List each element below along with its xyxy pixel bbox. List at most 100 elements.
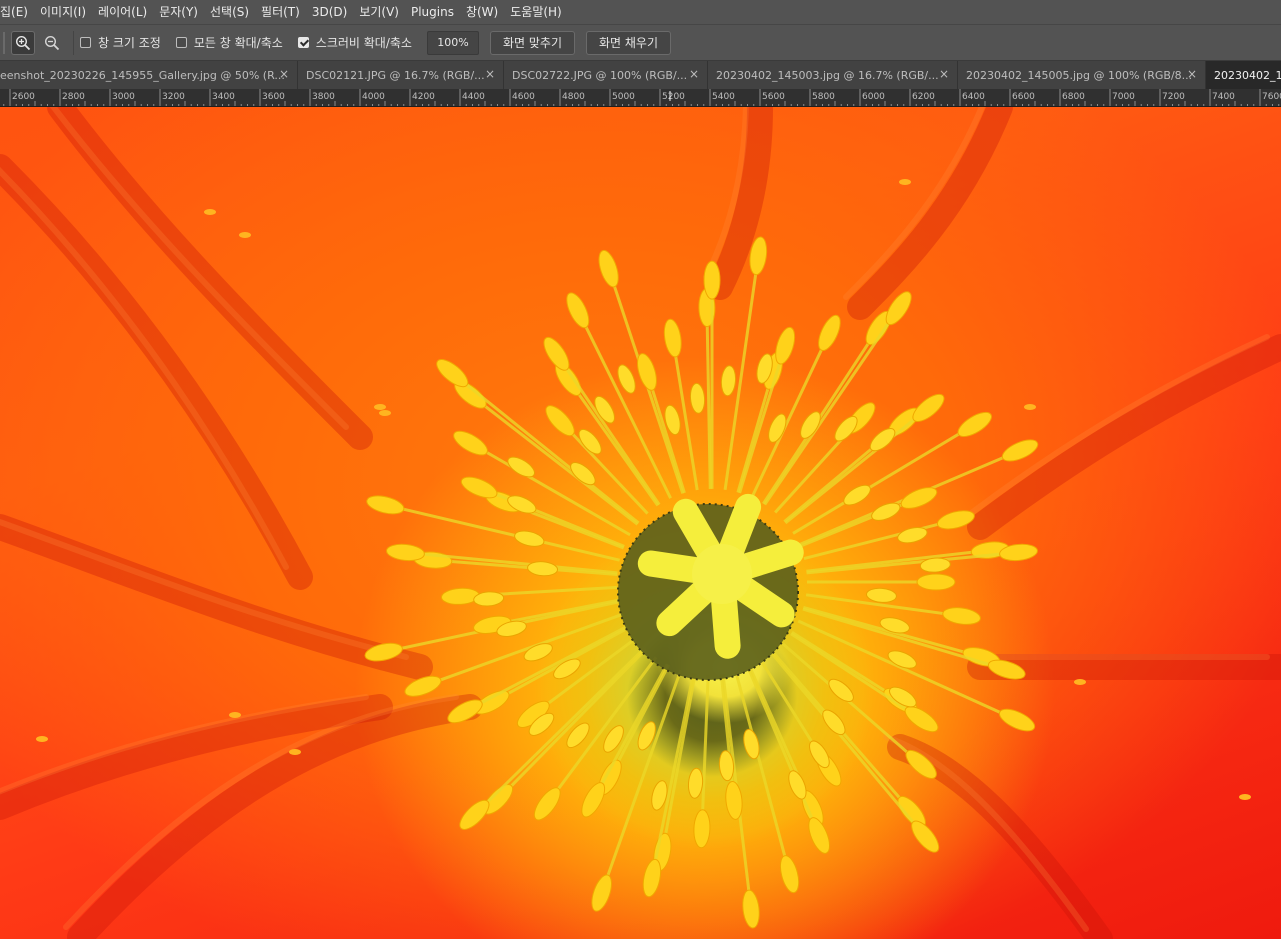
fit-screen-button[interactable]: 화면 맞추기 [489, 30, 575, 55]
menu-layer[interactable]: 레이어(L) [92, 0, 153, 24]
menu-type[interactable]: 문자(Y) [153, 0, 204, 24]
stamen-anther [919, 557, 951, 573]
tab-close-icon[interactable]: × [939, 67, 949, 81]
options-bar-grip[interactable] [3, 31, 5, 54]
document-tab-label: eenshot_20230226_145955_Gallery.jpg @ 50… [0, 68, 285, 82]
pollen-speck [1239, 794, 1251, 800]
stamen-anther [687, 767, 704, 799]
fill-screen-button[interactable]: 화면 채우기 [586, 30, 672, 55]
menu-filter[interactable]: 필터(T) [255, 0, 306, 24]
ruler-label: 3200 [162, 92, 185, 102]
ruler-label: 4600 [512, 92, 535, 102]
document-tab-bar: eenshot_20230226_145955_Gallery.jpg @ 50… [0, 61, 1281, 89]
menu-edit[interactable]: 집(E) [0, 0, 34, 24]
ruler-label: 5800 [812, 92, 835, 102]
stamen-anther [693, 809, 711, 849]
stamen-filament [806, 550, 1025, 575]
stamen-anther [998, 708, 1036, 732]
ruler-label: 6200 [912, 92, 935, 102]
zoom-all-windows-label: 모든 창 확대/축소 [193, 36, 283, 50]
tab-close-icon[interactable]: × [1187, 67, 1197, 81]
zoom-all-windows-checkbox[interactable] [175, 37, 187, 48]
stamen-filament [426, 558, 618, 577]
scrubby-zoom-checkbox[interactable] [297, 37, 309, 48]
stamen-anther [598, 249, 619, 288]
resize-windows-checkbox[interactable] [80, 37, 91, 48]
zoom-in-button[interactable] [11, 30, 35, 55]
pollen-speck [379, 410, 391, 416]
ruler-label: 5200 [662, 92, 685, 102]
stamen-anther [453, 430, 488, 456]
stamen-filament [649, 673, 695, 885]
resize-windows-option[interactable]: 창 크기 조정 [80, 34, 161, 51]
stamen-anther [591, 874, 612, 912]
ruler-label: 6400 [962, 92, 985, 102]
document-tab-label: 20230402_1( [1214, 68, 1281, 82]
stamen-anther [440, 587, 480, 605]
stamen-filament [659, 673, 697, 859]
stamen-anther [843, 484, 871, 506]
ruler-scale: 2600 2800 3000 3200 3400 3600 3800 4000 4200 4400… [3, 89, 1281, 106]
zoom-percent-field[interactable]: 100% [426, 30, 479, 55]
zoom-all-windows-option[interactable]: 모든 창 확대/축소 [175, 34, 283, 51]
stamen-anther [828, 678, 854, 702]
image-canvas[interactable] [0, 107, 1281, 939]
poppy-photo [0, 107, 1281, 939]
stamen-anther [637, 353, 657, 391]
menu-select[interactable]: 선택(S) [204, 0, 255, 24]
stamen-anther [904, 706, 939, 733]
ruler-label: 7600 [1262, 92, 1281, 102]
stamen-anther [386, 543, 425, 562]
stamen-anther [818, 314, 841, 351]
zoom-out-icon [44, 35, 60, 50]
horizontal-ruler[interactable]: 2600 2800 3000 3200 3400 3600 3800 4000 4200 4400… [0, 89, 1281, 107]
menu-view[interactable]: 보기(V) [353, 0, 405, 24]
document-tab-label: 20230402_145005.jpg @ 100% (RGB/8... [966, 68, 1193, 82]
options-separator [73, 30, 74, 55]
stamen-anther [703, 260, 721, 300]
document-tab-active[interactable]: 20230402_1( [1206, 61, 1281, 89]
stamen-anther [1001, 439, 1039, 462]
ruler-label: 2800 [62, 92, 85, 102]
ruler-label: 3400 [212, 92, 235, 102]
menu-help[interactable]: 도움말(H) [504, 0, 568, 24]
stamen-anther [533, 787, 561, 821]
zoom-out-button[interactable] [40, 31, 64, 55]
stamen-anther [742, 889, 760, 929]
document-tab[interactable]: 20230402_145005.jpg @ 100% (RGB/8... × [958, 61, 1206, 89]
document-tab[interactable]: eenshot_20230226_145955_Gallery.jpg @ 50… [0, 61, 298, 89]
tab-close-icon[interactable]: × [689, 67, 699, 81]
menu-image[interactable]: 이미지(I) [34, 0, 92, 24]
document-tab[interactable]: 20230402_145003.jpg @ 16.7% (RGB/... × [708, 61, 958, 89]
stamen-anther [720, 365, 737, 397]
stamen-anther [436, 359, 469, 388]
ruler-label: 5400 [712, 92, 735, 102]
document-tab[interactable]: DSC02722.JPG @ 100% (RGB/... × [504, 61, 708, 89]
stigma-center [692, 544, 752, 604]
resize-windows-label: 창 크기 조정 [98, 36, 161, 50]
pollen-speck [374, 404, 386, 410]
tab-close-icon[interactable]: × [485, 67, 495, 81]
scrubby-zoom-option[interactable]: 스크러비 확대/축소 [297, 34, 412, 51]
pollen-speck [1074, 679, 1086, 685]
stamen-anther [545, 405, 575, 437]
document-tab-label: DSC02722.JPG @ 100% (RGB/... [512, 68, 688, 82]
ruler-label: 3600 [262, 92, 285, 102]
menu-window[interactable]: 창(W) [460, 0, 504, 24]
stamen-anther [957, 411, 992, 438]
ruler-label: 6000 [862, 92, 885, 102]
options-bar: 창 크기 조정 모든 창 확대/축소 스크러비 확대/축소 100% 화면 맞추… [0, 24, 1281, 61]
stamen-anther [459, 799, 490, 830]
menu-3d[interactable]: 3D(D) [306, 0, 353, 24]
menu-plugins[interactable]: Plugins [405, 0, 460, 24]
tab-close-icon[interactable]: × [279, 67, 289, 81]
petal-fold [847, 107, 1013, 320]
stamen-filament [806, 547, 997, 573]
stamen-anther [642, 858, 662, 898]
stamen-anther [775, 326, 796, 365]
document-tab[interactable]: DSC02121.JPG @ 16.7% (RGB/... × [298, 61, 504, 89]
ruler-label: 7000 [1112, 92, 1135, 102]
pollen-speck [229, 712, 241, 718]
stamen-anther [900, 487, 938, 509]
document-tab-label: DSC02121.JPG @ 16.7% (RGB/... [306, 68, 485, 82]
